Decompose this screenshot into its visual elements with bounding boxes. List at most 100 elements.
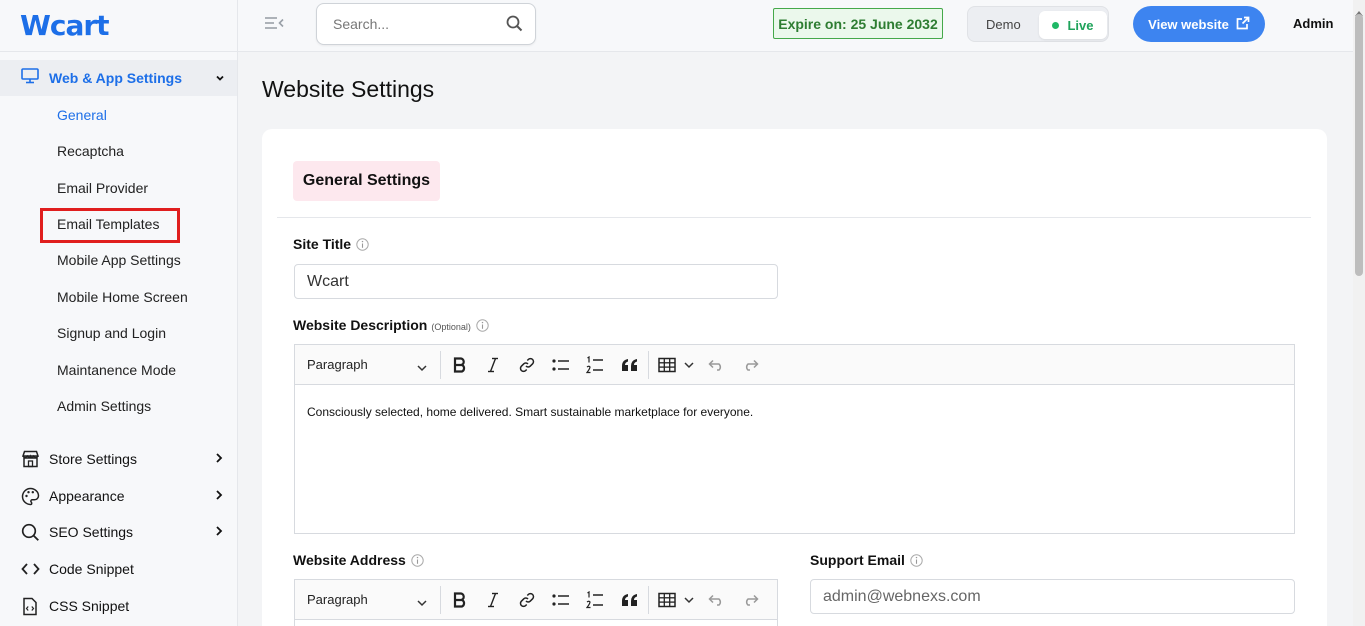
chevron-down-icon[interactable] bbox=[679, 590, 699, 610]
settings-card: General Settings Site Title Wcart Websit… bbox=[262, 129, 1327, 626]
sidebar-item-web-app-settings[interactable]: Web & App Settings bbox=[0, 60, 237, 96]
link-icon[interactable] bbox=[517, 355, 537, 375]
optional-tag: (Optional) bbox=[431, 321, 471, 332]
editor-content[interactable]: Consciously selected, home delivered. Sm… bbox=[295, 385, 1294, 439]
label-text: Support Email bbox=[810, 552, 905, 568]
info-icon[interactable] bbox=[411, 553, 424, 567]
italic-icon[interactable] bbox=[483, 590, 503, 610]
table-icon[interactable] bbox=[657, 590, 677, 610]
file-code-icon bbox=[20, 596, 40, 616]
table-icon[interactable] bbox=[657, 355, 677, 375]
monitor-icon bbox=[21, 67, 39, 89]
page-scrollbar[interactable] bbox=[1353, 0, 1365, 626]
sidebar-item-general[interactable]: General bbox=[57, 106, 107, 124]
sidebar-item-label: SEO Settings bbox=[49, 524, 134, 540]
page-title: Website Settings bbox=[262, 76, 435, 102]
bullet-list-icon[interactable] bbox=[551, 590, 571, 610]
divider bbox=[277, 217, 1311, 218]
italic-icon[interactable] bbox=[483, 355, 503, 375]
site-title-label: Site Title bbox=[293, 236, 369, 252]
env-demo-option[interactable]: Demo bbox=[986, 17, 1021, 32]
sidebar-item-recaptcha[interactable]: Recaptcha bbox=[57, 142, 124, 160]
expiry-badge: Expire on: 25 June 2032 bbox=[773, 8, 943, 39]
editor-toolbar: Paragraph bbox=[295, 345, 1294, 385]
support-email-label: Support Email bbox=[810, 552, 923, 568]
undo-icon[interactable] bbox=[706, 355, 726, 375]
blockquote-icon[interactable] bbox=[619, 590, 639, 610]
website-address-label: Website Address bbox=[293, 552, 424, 568]
toolbar-separator bbox=[440, 586, 441, 614]
logo-text: Wcart bbox=[20, 9, 110, 42]
bold-icon[interactable] bbox=[450, 355, 470, 375]
block-type-select[interactable]: Paragraph bbox=[307, 592, 368, 607]
info-icon[interactable] bbox=[356, 237, 369, 251]
chevron-down-icon[interactable] bbox=[417, 359, 427, 377]
chevron-down-icon[interactable] bbox=[417, 594, 427, 612]
chevron-right-icon bbox=[214, 524, 224, 540]
sidebar-item-label: Appearance bbox=[49, 488, 125, 504]
sidebar-group-label: Web & App Settings bbox=[49, 70, 182, 86]
sidebar-item-label: Code Snippet bbox=[49, 561, 134, 577]
info-icon[interactable] bbox=[476, 318, 489, 332]
support-email-input[interactable]: admin@webnexs.com bbox=[810, 579, 1295, 614]
numbered-list-icon[interactable] bbox=[585, 590, 605, 610]
site-title-input[interactable]: Wcart bbox=[294, 264, 778, 299]
sidebar-item-css-snippet[interactable]: CSS Snippet bbox=[20, 595, 232, 617]
editor-toolbar: Paragraph bbox=[295, 580, 777, 620]
block-type-select[interactable]: Paragraph bbox=[307, 357, 368, 372]
toolbar-separator bbox=[440, 351, 441, 379]
search-icon[interactable] bbox=[506, 15, 523, 35]
env-live-label: Live bbox=[1067, 17, 1094, 33]
address-editor[interactable]: Paragraph bbox=[294, 579, 778, 626]
search-input[interactable]: Search... bbox=[316, 3, 536, 45]
chevron-right-icon bbox=[214, 488, 224, 504]
website-description-label: Website Description (Optional) bbox=[293, 317, 489, 333]
scroll-thumb[interactable] bbox=[1355, 14, 1363, 276]
section-title: General Settings bbox=[293, 161, 440, 201]
sidebar-item-email-templates[interactable]: Email Templates bbox=[57, 215, 159, 233]
bullet-list-icon[interactable] bbox=[551, 355, 571, 375]
chevron-down-icon[interactable] bbox=[679, 355, 699, 375]
palette-icon bbox=[20, 486, 40, 506]
topbar: Search... Expire on: 25 June 2032 Demo L… bbox=[238, 0, 1353, 52]
toolbar-separator bbox=[648, 586, 649, 614]
admin-user-menu[interactable]: Admin bbox=[1293, 16, 1333, 31]
undo-icon[interactable] bbox=[706, 590, 726, 610]
logo[interactable]: Wcart bbox=[0, 0, 237, 52]
sidebar-item-label: Store Settings bbox=[49, 451, 137, 467]
description-editor[interactable]: Paragraph Consciously selected, home del… bbox=[294, 344, 1295, 534]
search-placeholder: Search... bbox=[333, 16, 390, 32]
sidebar-item-maintenance-mode[interactable]: Maintanence Mode bbox=[57, 361, 176, 379]
menu-collapse-icon[interactable] bbox=[264, 15, 284, 36]
view-website-button[interactable]: View website bbox=[1133, 6, 1265, 42]
environment-toggle[interactable]: Demo Live bbox=[967, 6, 1109, 42]
env-live-option[interactable]: Live bbox=[1039, 11, 1107, 39]
search-icon bbox=[20, 522, 40, 542]
sidebar-item-admin-settings[interactable]: Admin Settings bbox=[57, 397, 151, 415]
sidebar-item-email-provider[interactable]: Email Provider bbox=[57, 179, 148, 197]
info-icon[interactable] bbox=[910, 553, 923, 567]
code-icon bbox=[20, 559, 40, 579]
label-text: Website Description bbox=[293, 317, 428, 333]
sidebar-item-label: CSS Snippet bbox=[49, 598, 130, 614]
sidebar-item-mobile-home-screen[interactable]: Mobile Home Screen bbox=[57, 288, 188, 306]
sidebar-item-mobile-app-settings[interactable]: Mobile App Settings bbox=[57, 251, 181, 269]
sidebar-item-seo-settings[interactable]: SEO Settings bbox=[20, 521, 232, 543]
external-link-icon bbox=[1229, 16, 1250, 33]
link-icon[interactable] bbox=[517, 590, 537, 610]
sidebar-item-code-snippet[interactable]: Code Snippet bbox=[20, 558, 232, 580]
bold-icon[interactable] bbox=[450, 590, 470, 610]
redo-icon[interactable] bbox=[740, 355, 760, 375]
store-icon bbox=[20, 449, 40, 469]
view-website-label: View website bbox=[1148, 16, 1229, 32]
sidebar-item-store-settings[interactable]: Store Settings bbox=[20, 448, 232, 470]
label-text: Website Address bbox=[293, 552, 406, 568]
sidebar-item-signup-login[interactable]: Signup and Login bbox=[57, 324, 166, 342]
label-text: Site Title bbox=[293, 236, 352, 252]
numbered-list-icon[interactable] bbox=[585, 355, 605, 375]
chevron-right-icon bbox=[214, 451, 224, 467]
sidebar: Wcart Web & App Settings General Recaptc… bbox=[0, 0, 238, 626]
sidebar-item-appearance[interactable]: Appearance bbox=[20, 485, 232, 507]
blockquote-icon[interactable] bbox=[619, 355, 639, 375]
redo-icon[interactable] bbox=[740, 590, 760, 610]
